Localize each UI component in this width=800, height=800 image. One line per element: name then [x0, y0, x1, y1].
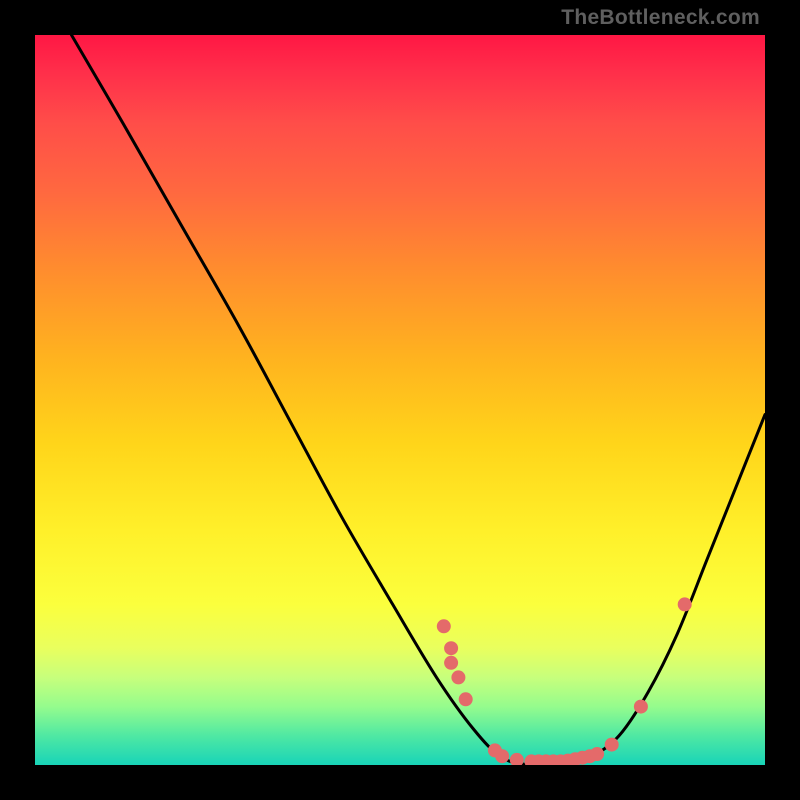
- data-point: [451, 670, 465, 684]
- data-point: [444, 641, 458, 655]
- plot-area: [35, 35, 765, 765]
- data-point: [495, 749, 509, 763]
- data-point: [437, 619, 451, 633]
- data-point: [605, 738, 619, 752]
- data-point: [510, 753, 524, 765]
- watermark-text: TheBottleneck.com: [561, 6, 760, 30]
- data-point: [459, 692, 473, 706]
- curve-layer: [35, 35, 765, 765]
- data-point: [444, 656, 458, 670]
- data-point: [590, 747, 604, 761]
- data-point: [634, 700, 648, 714]
- bottleneck-curve: [72, 35, 766, 765]
- chart-frame: TheBottleneck.com: [0, 0, 800, 800]
- data-point: [678, 597, 692, 611]
